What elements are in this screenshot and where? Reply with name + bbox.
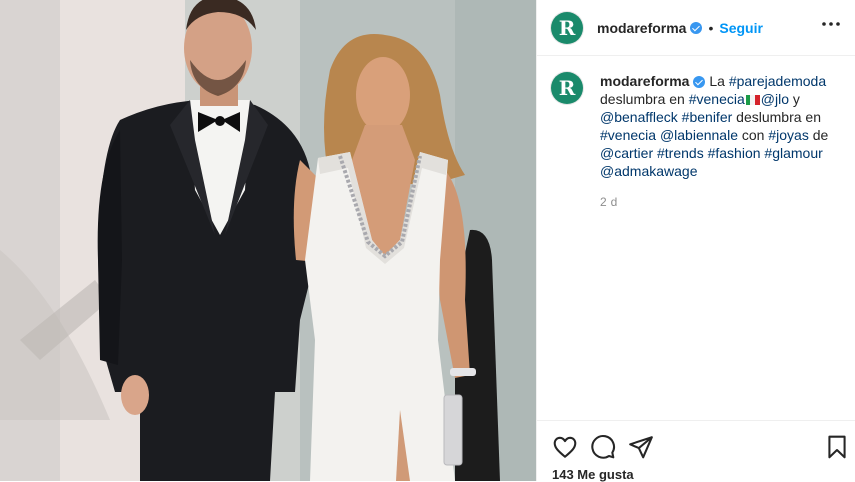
verified-badge-icon (690, 21, 703, 34)
action-bar: 143 Me gusta (537, 420, 855, 482)
post-sidebar: R modareforma • Seguir R modareforma La … (536, 0, 855, 482)
share-icon[interactable] (628, 434, 654, 460)
hashtag-link[interactable]: #trends (657, 145, 704, 161)
more-options-icon[interactable] (819, 12, 843, 36)
hashtag-link[interactable]: #parejademoda (729, 73, 826, 89)
caption-username[interactable]: modareforma (600, 73, 689, 89)
mention-link[interactable]: @benaffleck (600, 109, 678, 125)
hashtag-link[interactable]: #venecia (689, 91, 745, 107)
heart-icon[interactable] (552, 434, 578, 460)
avatar-letter: R (558, 15, 576, 40)
follow-button[interactable]: Seguir (719, 20, 763, 36)
instagram-post: R modareforma • Seguir R modareforma La … (0, 0, 855, 482)
post-header: R modareforma • Seguir (537, 0, 855, 56)
caption-text-part: deslumbra en (600, 91, 689, 107)
hashtag-link[interactable]: #benifer (682, 109, 733, 125)
avatar-letter: R (558, 76, 576, 100)
caption-text: modareforma La #parejademoda deslumbra e… (600, 72, 847, 180)
ellipsis-icon (822, 22, 840, 26)
photo-image (0, 0, 536, 481)
mention-link[interactable]: @admakawage (600, 163, 698, 179)
hashtag-link[interactable]: #glamour (764, 145, 822, 161)
post-timestamp[interactable]: 2 d (600, 195, 618, 209)
verified-badge-icon (693, 76, 706, 89)
comment-icon[interactable] (590, 434, 616, 460)
mention-link[interactable]: @labiennale (660, 127, 738, 143)
mention-link[interactable]: @jlo (761, 91, 789, 107)
bookmark-icon[interactable] (824, 434, 850, 460)
caption-text-part: deslumbra en (732, 109, 821, 125)
mention-link[interactable]: @cartier (600, 145, 653, 161)
caption-text-part: y (788, 91, 800, 107)
italy-flag-icon (745, 91, 760, 105)
caption-avatar[interactable]: R (551, 72, 583, 104)
header-separator: • (708, 19, 714, 36)
hashtag-link[interactable]: #joyas (768, 127, 808, 143)
hashtag-link[interactable]: #fashion (708, 145, 761, 161)
hashtag-link[interactable]: #venecia (600, 127, 656, 143)
account-avatar[interactable]: R (551, 11, 583, 44)
caption-text-part: de (808, 127, 829, 143)
likes-count[interactable]: 143 Me gusta (552, 467, 634, 482)
caption-text-part: con (737, 127, 769, 143)
caption-text-part: La (709, 73, 729, 89)
post-caption: R modareforma La #parejademoda deslumbra… (551, 72, 847, 180)
header-username[interactable]: modareforma (597, 20, 686, 36)
post-photo[interactable] (0, 0, 536, 481)
